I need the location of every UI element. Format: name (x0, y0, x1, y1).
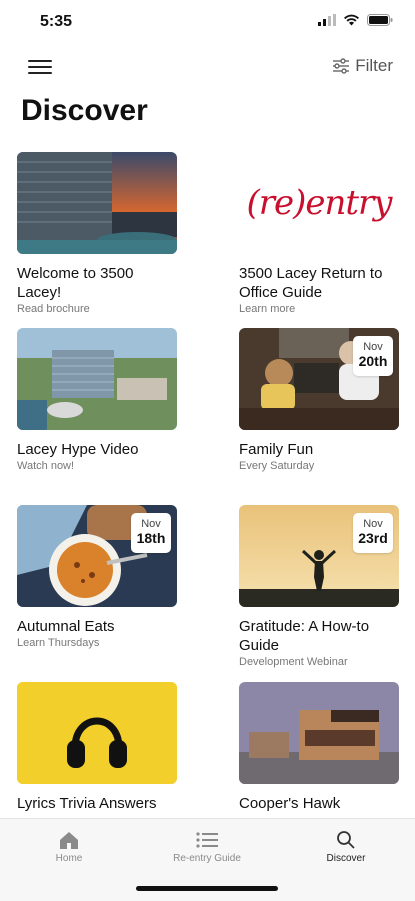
tab-label: Discover (326, 853, 366, 864)
card-image-reentry-logo: (re)entry (239, 152, 399, 254)
tab-home[interactable]: Home (14, 827, 124, 864)
card-coopers-hawk[interactable]: Cooper's Hawk (239, 682, 399, 813)
badge-month: Nov (363, 341, 383, 353)
status-icons (318, 14, 393, 26)
badge-month: Nov (363, 518, 383, 530)
card-image-building (17, 152, 177, 254)
card-subtitle: Learn more (239, 303, 296, 315)
card-subtitle: Development Webinar (239, 656, 348, 668)
card-title: Cooper's Hawk (239, 795, 341, 812)
card-gratitude[interactable]: Nov 23rd Gratitude: A How-to Guide Devel… (239, 505, 399, 668)
date-badge: Nov 23rd (353, 513, 393, 553)
card-welcome[interactable]: Welcome to 3500 Lacey! Read brochure (17, 152, 177, 315)
card-title: 3500 Lacey Return to Office Guide (239, 265, 383, 301)
status-bar: 5:35 (0, 0, 415, 44)
date-badge: Nov 18th (131, 513, 171, 553)
card-title: Lyrics Trivia Answers (17, 795, 157, 812)
search-icon (337, 831, 355, 849)
card-image-sunset-silhouette: Nov 23rd (239, 505, 399, 607)
home-icon (60, 832, 78, 849)
badge-day: 18th (136, 530, 166, 546)
card-subtitle: Every Saturday (239, 460, 315, 472)
filter-button[interactable]: Filter (332, 56, 393, 76)
card-subtitle: Read brochure (17, 303, 90, 315)
card-image-soup: Nov 18th (17, 505, 177, 607)
list-icon (196, 832, 218, 848)
card-title: Family Fun (239, 441, 314, 458)
card-image-aerial (17, 328, 177, 430)
card-image-restaurant (239, 682, 399, 784)
home-indicator[interactable] (136, 886, 278, 891)
menu-button[interactable] (28, 56, 52, 78)
badge-day: 23rd (358, 530, 388, 546)
status-time: 5:35 (40, 13, 73, 30)
wifi-icon (344, 14, 359, 26)
tab-reentry-guide[interactable]: Re-entry Guide (152, 827, 262, 864)
badge-month: Nov (141, 518, 161, 530)
page-title: Discover (21, 94, 148, 127)
tab-discover[interactable]: Discover (291, 827, 401, 864)
card-subtitle: Watch now! (17, 460, 75, 472)
card-image-baking: Nov 20th (239, 328, 399, 430)
badge-day: 20th (358, 353, 388, 369)
card-title: Lacey Hype Video (17, 441, 139, 458)
card-family-fun[interactable]: Nov 20th Family Fun Every Saturday (239, 328, 399, 472)
card-return-guide[interactable]: (re)entry 3500 Lacey Return to Office Gu… (239, 152, 399, 315)
card-title: Gratitude: A How-to Guide (239, 618, 370, 654)
card-title: Welcome to 3500 Lacey! (17, 265, 134, 301)
tab-label: Re-entry Guide (173, 853, 241, 864)
card-subtitle: Learn Thursdays (17, 637, 100, 649)
card-hype-video[interactable]: Lacey Hype Video Watch now! (17, 328, 177, 472)
signal-icon (318, 14, 336, 26)
hamburger-icon (28, 60, 52, 62)
filter-label: Filter (355, 56, 393, 75)
tab-label: Home (55, 853, 83, 864)
reentry-logo: (re)entry (246, 183, 392, 223)
date-badge: Nov 20th (353, 336, 393, 376)
card-image-headphones (17, 682, 177, 784)
top-bar: Filter (0, 50, 415, 86)
card-autumnal-eats[interactable]: Nov 18th Autumnal Eats Learn Thursdays (17, 505, 177, 649)
battery-icon (367, 14, 393, 26)
card-lyrics-trivia[interactable]: Lyrics Trivia Answers (17, 682, 177, 813)
card-title: Autumnal Eats (17, 618, 115, 635)
sliders-icon (333, 58, 350, 74)
